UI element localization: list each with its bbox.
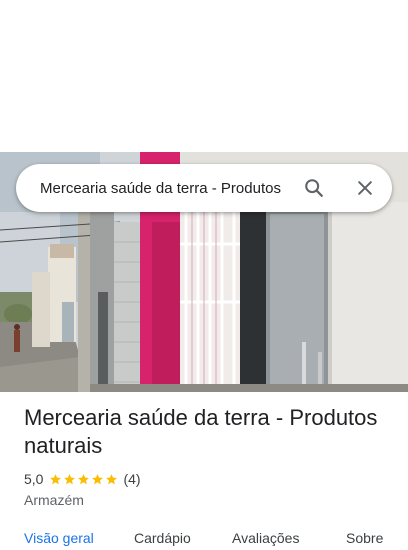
place-tabs: Visão geral Cardápio Avaliações Sobre <box>0 530 408 550</box>
search-icon <box>305 179 323 197</box>
star-icon <box>106 473 118 484</box>
search-input[interactable] <box>40 179 286 197</box>
star-icon <box>50 473 62 484</box>
review-count: (4) <box>123 471 141 487</box>
star-icon <box>64 473 76 484</box>
place-category[interactable]: Armazém <box>24 492 392 508</box>
star-icon <box>92 473 104 484</box>
rating-row[interactable]: 5,0 (4) <box>24 470 392 488</box>
star-icon <box>78 473 90 484</box>
clear-search-button[interactable] <box>353 176 377 200</box>
search-bar[interactable] <box>16 164 392 212</box>
place-info: Mercearia saúde da terra - Produtos natu… <box>24 404 392 508</box>
close-icon <box>358 181 372 195</box>
place-title: Mercearia saúde da terra - Produtos natu… <box>24 405 378 458</box>
rating-value: 5,0 <box>24 471 44 487</box>
rating-stars <box>49 473 119 486</box>
search-button[interactable] <box>302 176 326 200</box>
